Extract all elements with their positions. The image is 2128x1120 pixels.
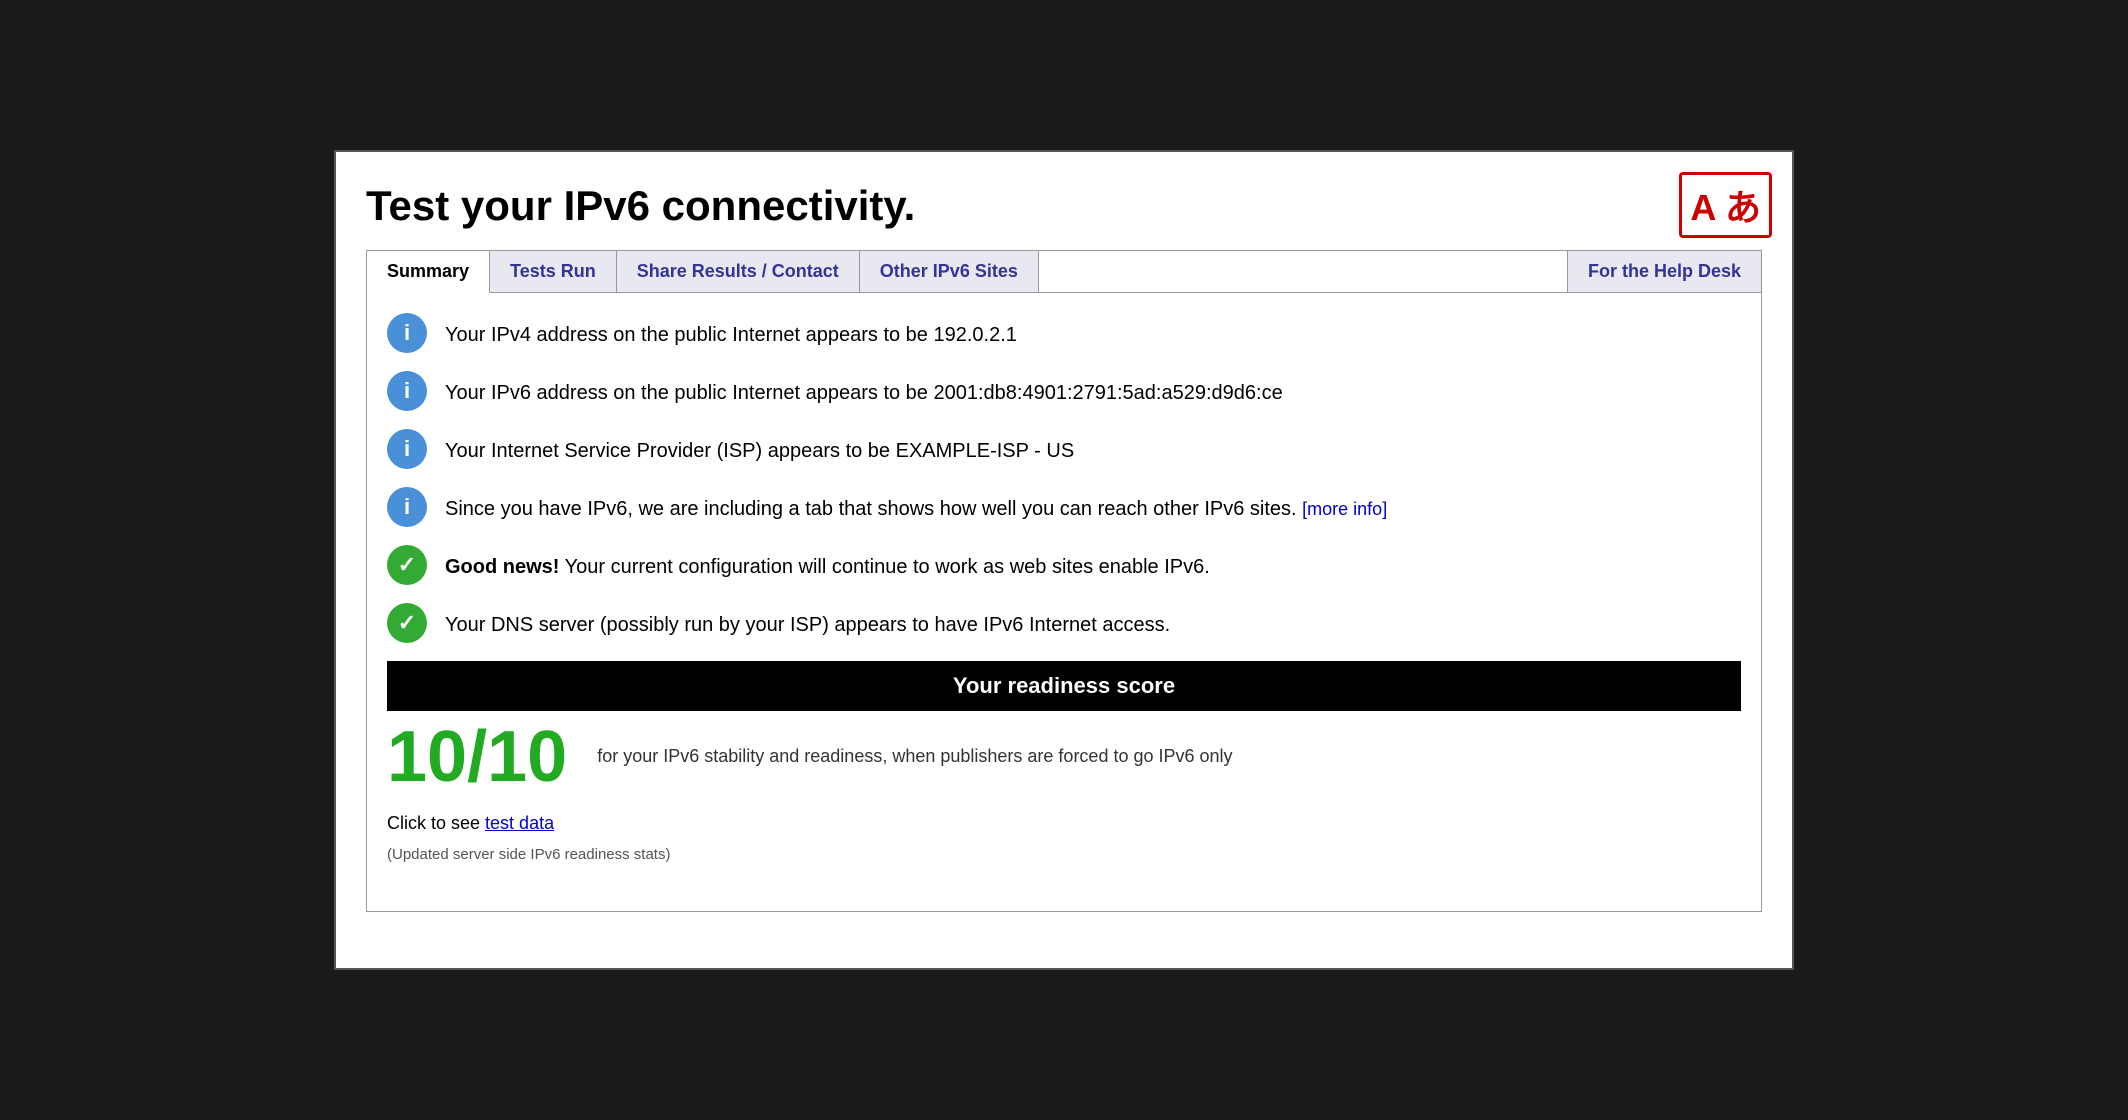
info-icon-4: i	[387, 487, 427, 527]
content-area: i Your IPv4 address on the public Intern…	[366, 292, 1762, 912]
tab-share-results[interactable]: Share Results / Contact	[617, 251, 860, 292]
info-text-ipv6: Your IPv6 address on the public Internet…	[445, 371, 1283, 407]
check-icon-2: ✓	[387, 603, 427, 643]
tab-help-desk[interactable]: For the Help Desk	[1567, 251, 1761, 292]
tabs-container: Summary Tests Run Share Results / Contac…	[366, 250, 1762, 292]
tab-spacer	[1039, 251, 1567, 292]
main-window: A あ Test your IPv6 connectivity. Summary…	[334, 150, 1794, 970]
updated-stats: (Updated server side IPv6 readiness stat…	[387, 846, 1741, 863]
info-icon-3: i	[387, 429, 427, 469]
more-info-link[interactable]: [more info]	[1302, 499, 1387, 519]
tab-other-ipv6[interactable]: Other IPv6 Sites	[860, 251, 1039, 292]
check-row-good-news: ✓ Good news! Your current configuration …	[387, 545, 1741, 585]
score-section: 10/10 for your IPv6 stability and readin…	[387, 721, 1741, 793]
check-row-dns: ✓ Your DNS server (possibly run by your …	[387, 603, 1741, 643]
click-to-see: Click to see test data	[387, 813, 1741, 834]
readiness-bar: Your readiness score	[387, 661, 1741, 711]
info-text-good-news: Good news! Your current configuration wi…	[445, 545, 1210, 581]
tab-tests-run[interactable]: Tests Run	[490, 251, 617, 292]
page-title: Test your IPv6 connectivity.	[366, 182, 1762, 230]
info-icon-2: i	[387, 371, 427, 411]
score-description: for your IPv6 stability and readiness, w…	[597, 721, 1232, 767]
readiness-score: 10/10	[387, 721, 567, 793]
info-text-dns: Your DNS server (possibly run by your IS…	[445, 603, 1170, 639]
info-text-ipv6-tab: Since you have IPv6, we are including a …	[445, 487, 1387, 523]
translate-icon[interactable]: A あ	[1679, 172, 1772, 238]
info-row-ipv4: i Your IPv4 address on the public Intern…	[387, 313, 1741, 353]
tab-summary[interactable]: Summary	[367, 251, 490, 293]
info-row-ipv6: i Your IPv6 address on the public Intern…	[387, 371, 1741, 411]
info-text-ipv4: Your IPv4 address on the public Internet…	[445, 313, 1017, 349]
info-row-ipv6-tab: i Since you have IPv6, we are including …	[387, 487, 1741, 527]
check-icon-1: ✓	[387, 545, 427, 585]
test-data-link[interactable]: test data	[485, 813, 554, 833]
info-icon-1: i	[387, 313, 427, 353]
info-text-isp: Your Internet Service Provider (ISP) app…	[445, 429, 1074, 465]
info-row-isp: i Your Internet Service Provider (ISP) a…	[387, 429, 1741, 469]
